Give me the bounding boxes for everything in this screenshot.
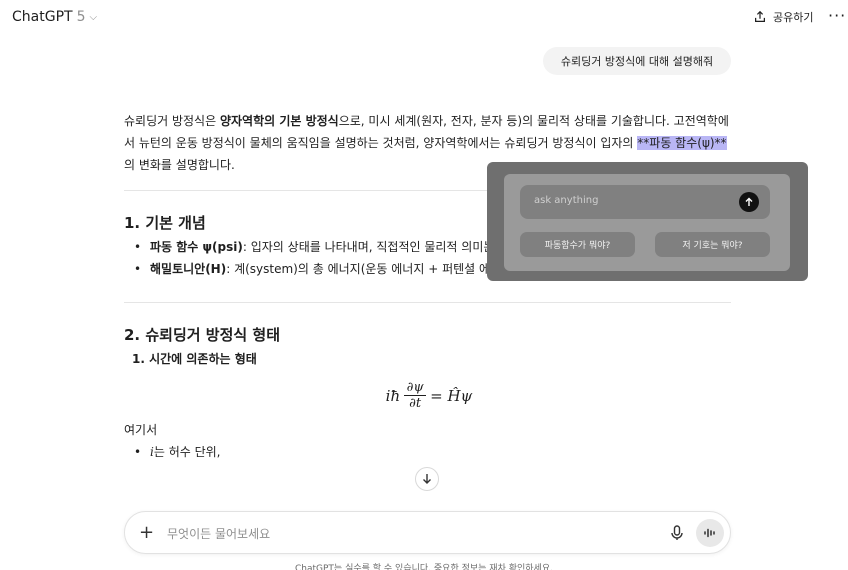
numbered-item: 1. 시간에 의존하는 형태: [132, 352, 257, 366]
equation-left: iħ: [385, 386, 401, 405]
more-options-button[interactable]: ···: [828, 6, 846, 25]
list-item: i는 허수 단위,: [124, 441, 734, 463]
equation-right: = Ĥψ: [430, 386, 473, 405]
bullet-2-term: 해밀토니안(H): [150, 262, 227, 276]
voice-mode-button[interactable]: [696, 519, 724, 547]
equation-fraction: ∂ψ ∂t: [404, 380, 427, 411]
top-bar: ChatGPT 5 ⌵ 공유하기 ···: [0, 0, 848, 36]
schrodinger-equation: iħ ∂ψ ∂t = Ĥψ: [124, 380, 734, 411]
suggestion-chip[interactable]: 파동함수가 뭐야?: [520, 232, 635, 257]
where-label: 여기서: [124, 423, 158, 437]
model-version: 5: [76, 9, 86, 25]
ask-overlay-panel: ask anything 파동함수가 뭐야? 저 기호는 뭐야?: [504, 174, 790, 271]
bullet-3-text: 는 허수 단위,: [153, 445, 221, 459]
model-name: ChatGPT: [12, 9, 73, 25]
chevron-down-icon: ⌵: [89, 11, 98, 23]
intro-bold: 양자역학의 기본 방정식: [219, 114, 339, 128]
scroll-down-button[interactable]: [415, 467, 439, 491]
user-message-bubble: 슈뢰딩거 방정식에 대해 설명해줘: [543, 47, 731, 75]
microphone-icon[interactable]: [667, 523, 687, 543]
equation-denominator: ∂t: [409, 396, 422, 411]
disclaimer-note: ChatGPT는 실수를 할 수 있습니다. 중요한 정보는 재차 확인하세요.: [295, 564, 553, 570]
intro-text-1: 슈뢰딩거 방정식은: [124, 114, 220, 128]
share-label: 공유하기: [773, 11, 814, 24]
model-switcher[interactable]: ChatGPT 5 ⌵: [12, 9, 97, 25]
arrow-down-icon: [423, 474, 431, 484]
bullet-1-term: 파동 함수 ψ(psi): [150, 240, 243, 254]
user-message-text: 슈뢰딩거 방정식에 대해 설명해줘: [560, 55, 714, 68]
share-button[interactable]: 공유하기: [753, 9, 813, 25]
highlighted-selection[interactable]: **파동 함수(ψ)**: [637, 136, 727, 150]
ask-input-placeholder: ask anything: [534, 195, 599, 206]
intro-text-3: 의 변화를 설명합니다.: [124, 158, 235, 172]
share-icon: [755, 10, 765, 22]
variable-list: i는 허수 단위,: [124, 441, 734, 463]
arrow-up-icon: [745, 197, 753, 206]
suggestion-chip[interactable]: 저 기호는 뭐야?: [655, 232, 770, 257]
section-2-title: 2. 슈뢰딩거 방정식 형태: [124, 326, 281, 344]
plus-icon[interactable]: +: [139, 522, 154, 543]
ask-overlay: ask anything 파동함수가 뭐야? 저 기호는 뭐야?: [487, 162, 808, 281]
equation-numerator: ∂ψ: [406, 380, 424, 395]
send-button[interactable]: [739, 192, 759, 212]
voice-wave-icon: [704, 528, 715, 538]
composer-input[interactable]: 무엇이든 물어보세요: [167, 525, 270, 542]
ask-input[interactable]: ask anything: [520, 185, 770, 219]
message-composer: + 무엇이든 물어보세요: [124, 511, 731, 554]
